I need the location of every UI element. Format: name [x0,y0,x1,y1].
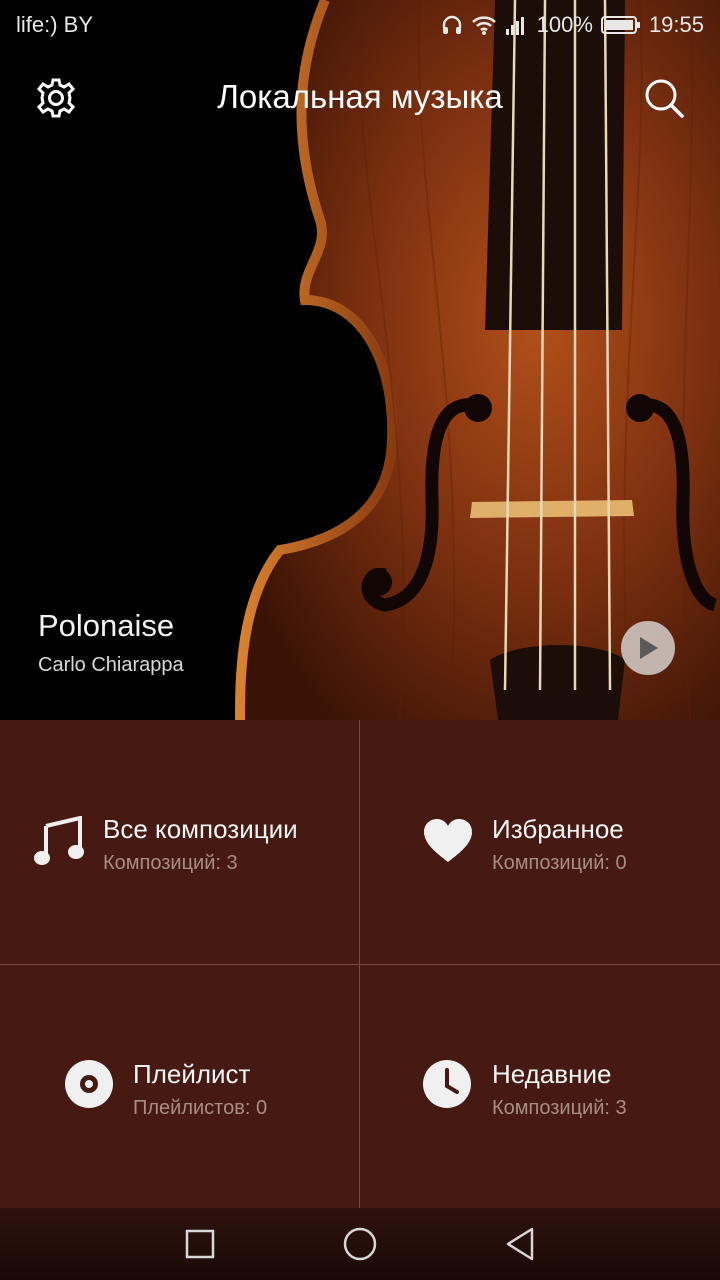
status-icons: 100% 19:55 [441,12,704,38]
music-note-icon [34,816,84,865]
home-button[interactable] [340,1224,380,1264]
triangle-back-icon [506,1227,534,1261]
battery-percent: 100% [536,12,593,37]
wifi-icon [471,14,497,36]
clock-icon [423,1060,471,1108]
back-button[interactable] [500,1224,540,1264]
tile-count: Плейлистов: 0 [133,1097,268,1119]
play-button[interactable] [621,621,675,675]
tile-label: Избранное [492,814,624,844]
track-artist: Carlo Chiarappa [38,654,184,676]
play-icon [640,637,658,659]
tile-count: Композиций: 3 [492,1097,627,1119]
square-icon [185,1229,215,1259]
heart-icon [424,819,472,862]
search-button[interactable] [642,76,686,120]
library-grid: Все композиции Композиций: 3 Избранное К… [0,720,720,1208]
clock-time: 19:55 [648,12,704,37]
disc-icon [65,1060,113,1108]
tile-label: Все композиции [103,814,298,844]
tile-favorites[interactable]: Избранное Композиций: 0 [360,720,719,964]
tile-count: Композиций: 3 [103,852,238,874]
page-title: Локальная музыка [217,78,503,115]
battery-icon [600,14,641,36]
top-app-bar: Локальная музыка [0,60,720,136]
track-title: Polonaise [38,608,175,643]
now-playing-info[interactable]: Polonaise Carlo Chiarappa [38,608,184,677]
status-bar: life:) BY 100% 19:55 [0,0,720,50]
tile-count: Композиций: 0 [492,852,627,874]
signal-icon [505,14,529,36]
carrier-label: life:) BY [16,12,94,37]
tile-all-songs[interactable]: Все композиции Композиций: 3 [0,720,359,964]
tile-recent[interactable]: Недавние Композиций: 3 [360,965,719,1209]
headphones-icon [441,14,463,36]
recents-button[interactable] [180,1224,220,1264]
search-icon [645,79,684,118]
tile-label: Плейлист [133,1059,251,1089]
tile-playlists[interactable]: Плейлист Плейлистов: 0 [0,965,359,1209]
system-navigation-bar [0,1208,720,1280]
hero-album-art: life:) BY 100% 19:55 Локальная музыка Po… [0,0,720,720]
tile-label: Недавние [492,1059,612,1089]
circle-icon [343,1227,377,1261]
